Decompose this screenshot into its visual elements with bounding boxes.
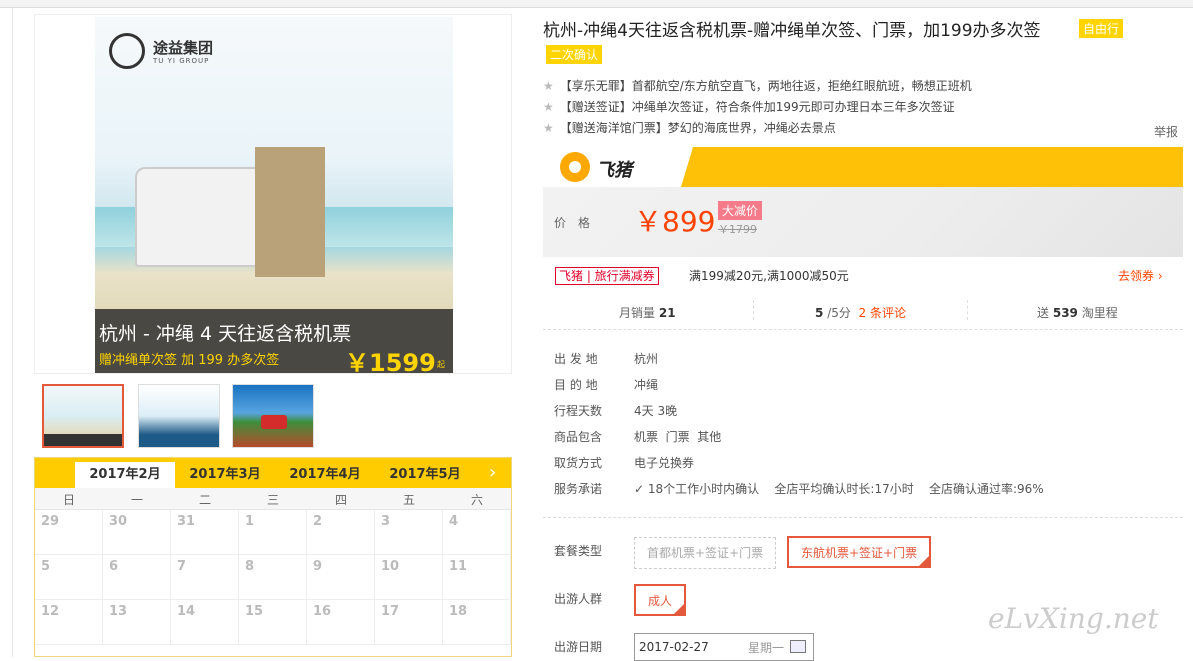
rating: 5 /5分 2 条评论: [815, 306, 906, 320]
calendar-day[interactable]: 14: [171, 600, 239, 645]
thumbnail-2[interactable]: [138, 384, 220, 448]
star-icon: ★: [543, 100, 554, 114]
star-icon: ★: [543, 79, 554, 93]
thumbnail-strip: [34, 380, 512, 452]
package-option-capital[interactable]: 首都机票+签证+门票: [634, 537, 777, 569]
tag-self-guided: 自由行: [1079, 19, 1124, 38]
site-watermark: eLvXing.net: [988, 602, 1159, 635]
calendar-day[interactable]: 9: [307, 555, 375, 600]
feature-item: ★ 【享乐无罪】首都航空/东方航空直飞，两地往返，拒绝红眼航班，畅想正班机: [543, 79, 972, 93]
calendar-day[interactable]: 13: [103, 600, 171, 645]
poster-title: 杭州 - 冲绳 4 天往返含税机票: [99, 323, 352, 345]
thumbnail-3[interactable]: [232, 384, 314, 448]
weekday-label: 五: [402, 493, 415, 507]
detail-value-days: 4天 3晚: [634, 404, 678, 418]
poster-hut: [255, 147, 325, 277]
calendar-day[interactable]: 3: [375, 510, 443, 555]
browser-bookmarks-bar: [0, 0, 1193, 8]
price-label: 价格: [554, 216, 603, 230]
tab-month-mar[interactable]: 2017年3月: [175, 462, 275, 488]
detail-value-service: ✓ 18个工作小时内确认 全店平均确认时长:17小时 全店确认通过率:96%: [634, 482, 1044, 496]
weekday-label: 四: [334, 493, 347, 507]
detail-label-service: 服务承诺: [554, 482, 603, 496]
poster-price: ￥1599: [345, 349, 436, 373]
calendar-day[interactable]: 31: [171, 510, 239, 555]
calendar-icon[interactable]: [790, 640, 806, 653]
feature-item: ★ 【赠送签证】冲绳单次签证，符合条件加199元即可办理日本三年多次签证: [543, 100, 955, 114]
feature-item: ★ 【赠送海洋馆门票】梦幻的海底世界，冲绳必去景点: [543, 121, 836, 135]
detail-label-includes: 商品包含: [554, 430, 603, 444]
weekday-label: 一: [130, 493, 143, 507]
discount-badge: 大减价: [718, 201, 763, 220]
calendar-day[interactable]: 30: [103, 510, 171, 555]
product-title: 杭州-冲绳4天往返含税机票-赠冲绳单次签、门票，加199办多次签: [543, 21, 1041, 41]
page-left-border: [12, 8, 13, 657]
poster-image: 途益集团 TU YI GROUP 杭州 - 冲绳 4 天往返含税机票 赠冲绳单次…: [95, 17, 453, 373]
tab-month-feb[interactable]: 2017年2月: [75, 462, 175, 488]
calendar-weekday-header: 日 一 二 三 四 五 六: [35, 488, 511, 510]
reviews-link[interactable]: 2 条评论: [859, 306, 906, 320]
package-option-eastern[interactable]: 东航机票+签证+门票: [787, 536, 932, 568]
detail-value-delivery: 电子兑换券: [634, 456, 695, 470]
mileage: 送 539 淘里程: [1037, 306, 1118, 320]
weekday-label: 六: [470, 493, 483, 507]
poster-subtitle: 赠冲绳单次签 加 199 办多次签: [99, 353, 280, 368]
calendar-day[interactable]: 2: [307, 510, 375, 555]
calendar-day[interactable]: 11: [443, 555, 511, 600]
calendar-day[interactable]: 1: [239, 510, 307, 555]
original-price: ￥1799: [718, 223, 757, 236]
thumbnail-car: [261, 415, 287, 429]
travel-date-weekday: 星期一: [748, 641, 785, 655]
traveler-option-adult[interactable]: 成人: [634, 584, 687, 616]
thumbnail-1[interactable]: [42, 384, 124, 448]
report-link[interactable]: 举报: [1154, 123, 1178, 140]
calendar-day[interactable]: 7: [171, 555, 239, 600]
coupon-tag: 飞猪 | 旅行满减券: [555, 267, 659, 285]
calendar-day[interactable]: 18: [443, 600, 511, 645]
calendar-day[interactable]: 12: [35, 600, 103, 645]
package-type-label: 套餐类型: [554, 544, 603, 558]
tuyi-logo-icon: [109, 33, 145, 69]
tab-month-apr[interactable]: 2017年4月: [275, 462, 375, 488]
weekday-label: 二: [198, 493, 211, 507]
detail-value-includes: 机票 门票 其他: [634, 430, 722, 444]
detail-value-departure: 杭州: [634, 352, 659, 366]
travel-date-label: 出游日期: [554, 640, 603, 654]
calendar-day[interactable]: 10: [375, 555, 443, 600]
sales-stats: 月销量 21 5 /5分 2 条评论 送 539 淘里程: [543, 296, 1183, 330]
calendar-day[interactable]: 29: [35, 510, 103, 555]
tab-month-may[interactable]: 2017年5月: [375, 462, 475, 488]
detail-label-departure: 出 发 地: [554, 352, 598, 366]
chevron-right-icon[interactable]: ›: [489, 462, 496, 483]
detail-label-days: 行程天数: [554, 404, 603, 418]
calendar-day[interactable]: 15: [239, 600, 307, 645]
poster-logo-subtext: TU YI GROUP: [153, 57, 210, 65]
calendar-day[interactable]: 17: [375, 600, 443, 645]
calendar-day[interactable]: 8: [239, 555, 307, 600]
detail-label-delivery: 取货方式: [554, 456, 603, 470]
weekday-label: 日: [62, 493, 75, 507]
calendar-day[interactable]: 5: [35, 555, 103, 600]
detail-value-destination: 冲绳: [634, 378, 659, 392]
main-product-image[interactable]: 途益集团 TU YI GROUP 杭州 - 冲绳 4 天往返含税机票 赠冲绳单次…: [34, 14, 512, 374]
star-icon: ★: [543, 121, 554, 135]
traveler-type-label: 出游人群: [554, 592, 603, 606]
section-divider: [543, 517, 1183, 518]
fliggy-logo-icon: [560, 152, 590, 182]
calendar-month-tabs: 2017年2月 2017年3月 2017年4月 2017年5月 ›: [35, 458, 511, 488]
current-price: ￥899: [634, 205, 716, 238]
fliggy-brand-text: 飞猪: [596, 160, 632, 181]
get-coupon-link[interactable]: 去领券 ›: [1118, 267, 1163, 284]
poster-logo-text: 途益集团: [153, 39, 214, 57]
date-calendar: 2017年2月 2017年3月 2017年4月 2017年5月 › 日 一 二 …: [34, 457, 512, 657]
calendar-day[interactable]: 16: [307, 600, 375, 645]
calendar-day[interactable]: 4: [443, 510, 511, 555]
poster-price-unit: 起: [437, 360, 445, 369]
detail-label-destination: 目 的 地: [554, 378, 598, 392]
weekday-label: 三: [266, 493, 279, 507]
coupon-text: 满199减20元,满1000减50元: [689, 269, 849, 283]
tag-second-confirm: 二次确认: [546, 45, 603, 64]
calendar-day[interactable]: 6: [103, 555, 171, 600]
monthly-sales: 月销量 21: [619, 306, 676, 320]
